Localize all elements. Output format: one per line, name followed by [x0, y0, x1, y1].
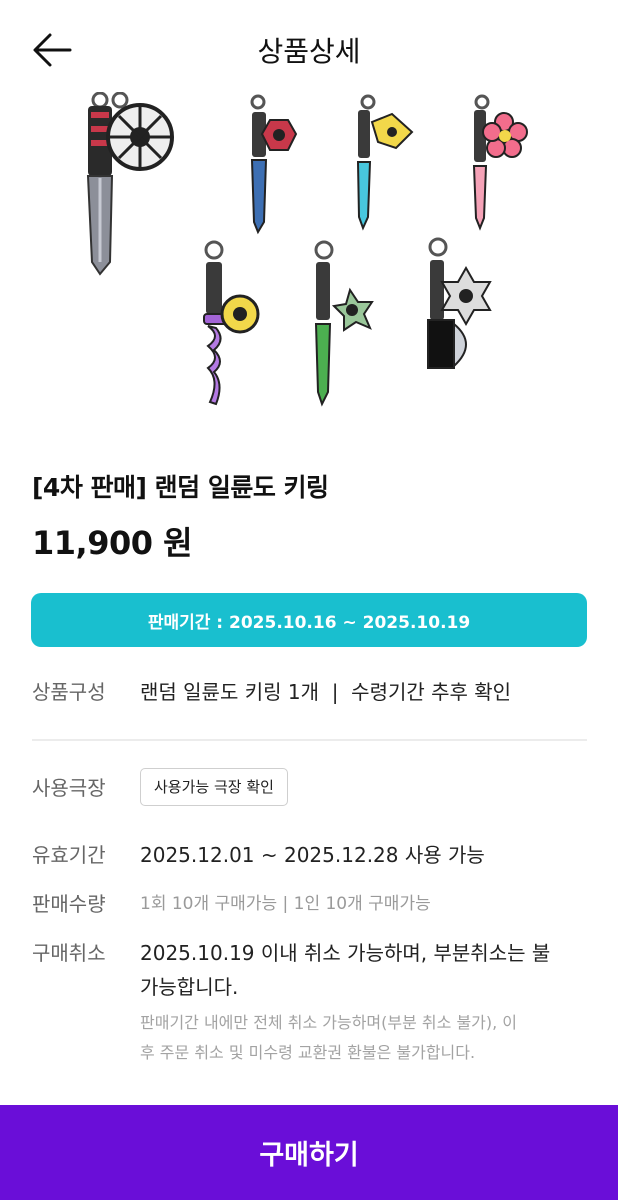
- theater-row: 사용극장 사용가능 극장 확인: [32, 768, 586, 808]
- product-image: [86, 92, 528, 407]
- product-title: [4차 판매] 랜덤 일륜도 키링: [32, 473, 329, 502]
- cancel-row: 구매취소 2025.10.19 이내 취소 가능하며, 부분취소는 불 가능합니…: [32, 936, 586, 1068]
- keychain-6: [314, 240, 374, 407]
- quantity-row: 판매수량 1회 10개 구매가능 | 1인 10개 구매가능: [32, 887, 586, 921]
- sale-period-banner: 판매기간 : 2025.10.16 ~ 2025.10.19: [31, 593, 587, 647]
- quantity-value: 1회 10개 구매가능 | 1인 10개 구매가능: [140, 894, 431, 914]
- cancel-note-line2: 후 주문 취소 및 미수령 교환권 환불은 불가합니다.: [140, 1043, 476, 1062]
- theater-label: 사용극장: [32, 776, 106, 800]
- composition-row: 상품구성 랜덤 일륜도 키링 1개 | 수령기간 추후 확인: [32, 675, 586, 709]
- keychain-2: [250, 94, 298, 235]
- cancel-policy-line1: 2025.10.19 이내 취소 가능하며, 부분취소는 불: [140, 941, 551, 965]
- cancel-policy-line2: 가능합니다.: [140, 975, 239, 999]
- keychain-7: [427, 237, 492, 369]
- page-title: 상품상세: [257, 35, 361, 68]
- composition-value: 랜덤 일륜도 키링 1개 | 수령기간 추후 확인: [140, 680, 512, 704]
- validity-row: 유효기간 2025.12.01 ~ 2025.12.28 사용 가능: [32, 838, 586, 872]
- keychain-5: [203, 240, 260, 406]
- divider: [32, 739, 587, 741]
- keychain-4: [472, 94, 528, 231]
- keychain-1: [86, 92, 174, 276]
- validity-label: 유효기간: [32, 843, 106, 867]
- header: 상품상세: [0, 0, 618, 96]
- cancel-label: 구매취소: [32, 941, 106, 965]
- keychain-3: [356, 94, 414, 231]
- cancel-note-line1: 판매기간 내에만 전체 취소 가능하며(부분 취소 불가), 이: [140, 1013, 518, 1032]
- theater-check-button[interactable]: 사용가능 극장 확인: [140, 768, 288, 806]
- quantity-label: 판매수량: [32, 892, 106, 916]
- buy-button[interactable]: 구매하기: [0, 1105, 618, 1200]
- product-price: 11,900 원: [32, 524, 193, 562]
- composition-label: 상품구성: [32, 680, 106, 704]
- validity-value: 2025.12.01 ~ 2025.12.28 사용 가능: [140, 843, 485, 867]
